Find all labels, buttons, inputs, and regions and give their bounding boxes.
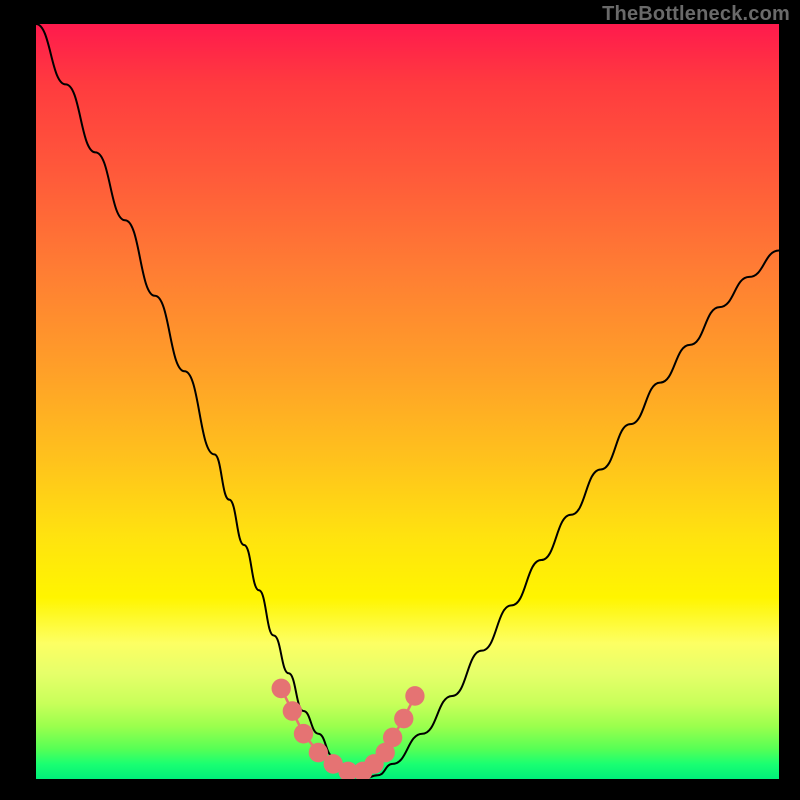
chart-frame: TheBottleneck.com — [0, 0, 800, 800]
marker-dot — [294, 724, 313, 744]
marker-dot — [283, 701, 302, 721]
plot-area — [36, 24, 779, 779]
marker-dot — [405, 686, 424, 706]
watermark-text: TheBottleneck.com — [602, 3, 790, 26]
marker-dot — [272, 679, 291, 699]
marker-dot — [394, 709, 413, 729]
marker-dot — [383, 728, 402, 748]
curve-line — [36, 24, 779, 779]
chart-svg — [36, 24, 779, 779]
